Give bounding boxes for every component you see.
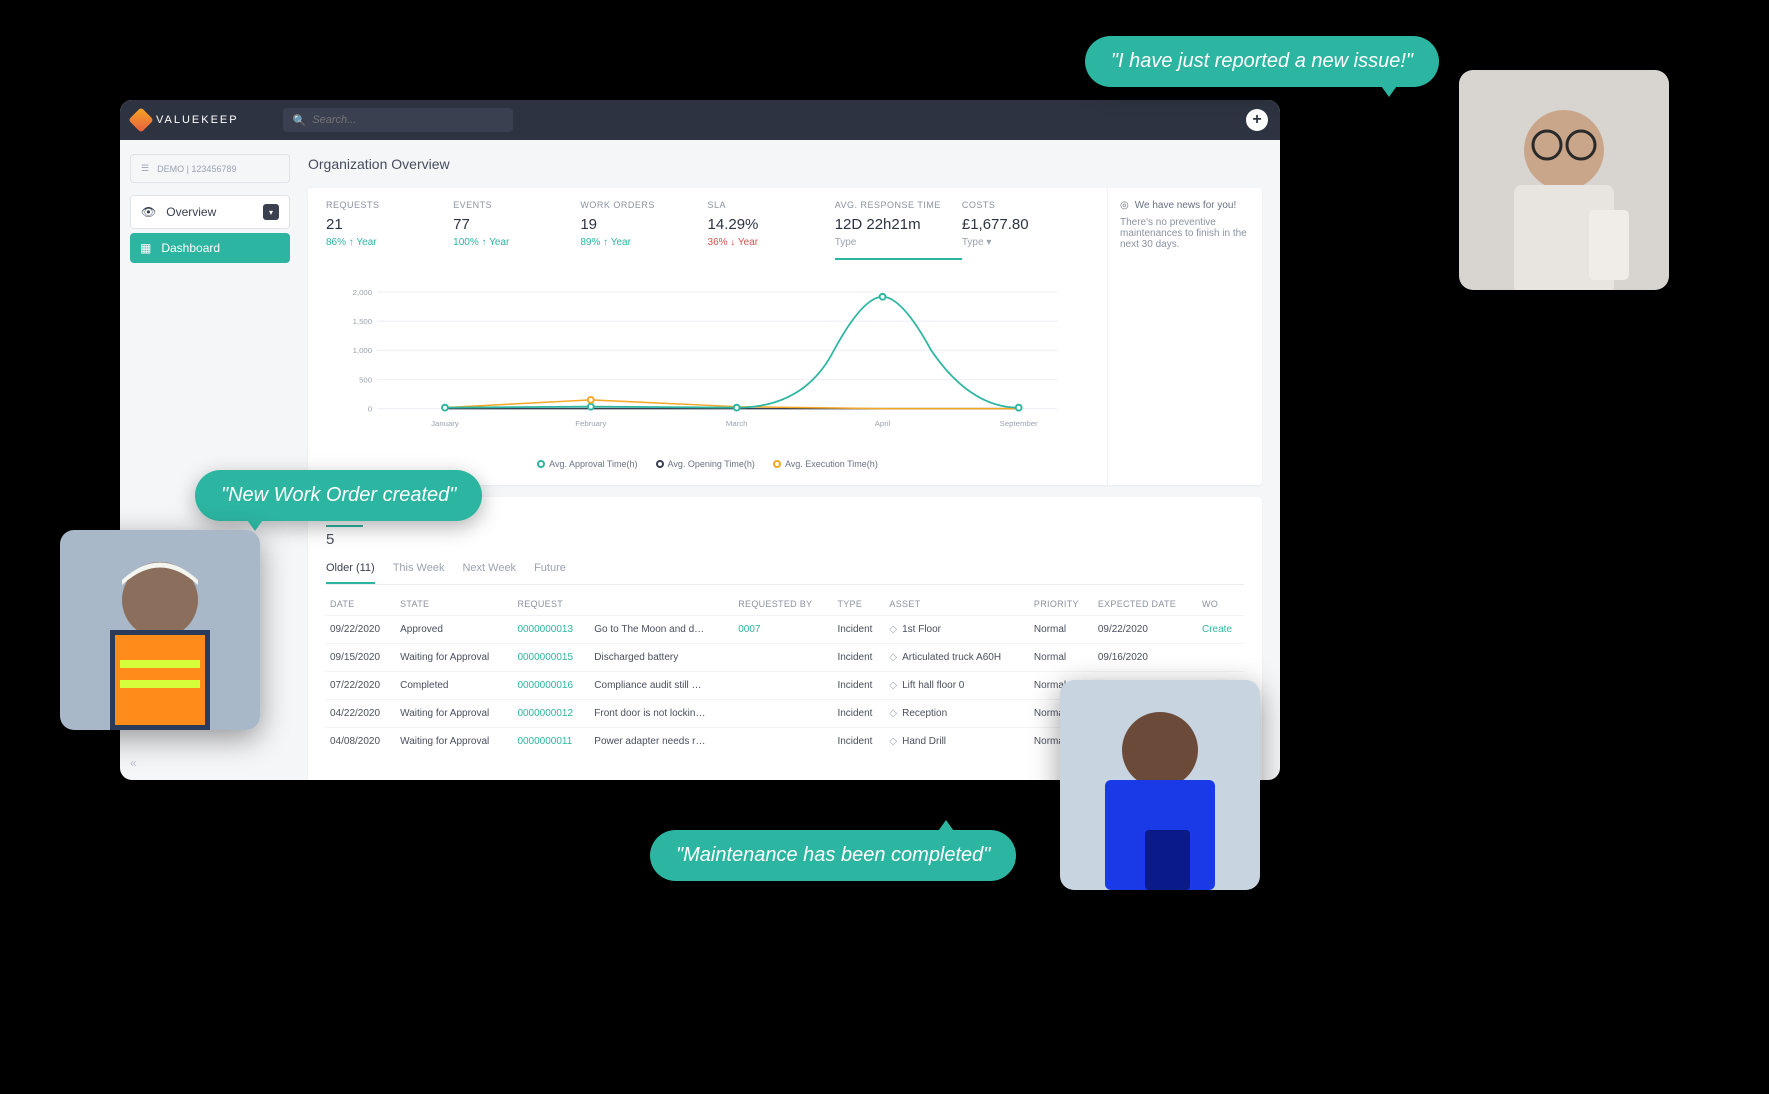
request-link[interactable]: 0000000016 xyxy=(513,672,590,700)
news-widget: ◎ We have news for you! There's no preven… xyxy=(1107,188,1262,485)
person-worker xyxy=(60,530,260,730)
tab-this-week[interactable]: This Week xyxy=(393,562,445,584)
chevron-down-icon: ▾ xyxy=(263,204,279,220)
eye-icon: 👁 xyxy=(141,205,156,219)
news-body: There's no preventive maintenances to fi… xyxy=(1120,217,1250,250)
tab-next-week[interactable]: Next Week xyxy=(462,562,516,584)
search-input[interactable] xyxy=(312,114,502,126)
topbar: VALUEKEEP 🔍 + xyxy=(120,100,1280,140)
svg-text:March: March xyxy=(726,419,748,428)
nav-overview[interactable]: 👁 Overview ▾ xyxy=(130,195,290,229)
logo: VALUEKEEP xyxy=(132,111,239,129)
svg-text:1,000: 1,000 xyxy=(353,346,373,355)
tenant-label: DEMO | 123456789 xyxy=(157,164,236,174)
request-link[interactable]: 0000000015 xyxy=(513,644,590,672)
request-link[interactable]: 0000000013 xyxy=(513,616,590,644)
dashboard-icon: ▦ xyxy=(140,241,151,255)
search-icon: 🔍 xyxy=(293,114,307,127)
layers-icon: ☰ xyxy=(141,163,149,174)
nav-dashboard[interactable]: ▦ Dashboard xyxy=(130,233,290,263)
chart-area: 0 500 1,000 1,500 2,000 January February… xyxy=(308,260,1107,485)
request-link[interactable]: 0000000011 xyxy=(513,728,590,756)
tenant-selector[interactable]: ☰ DEMO | 123456789 xyxy=(130,154,290,183)
asset-icon: ◇ xyxy=(889,624,897,635)
asset-icon: ◇ xyxy=(889,652,897,663)
app-window: VALUEKEEP 🔍 + ☰ DEMO | 123456789 👁 Overv… xyxy=(120,100,1280,780)
svg-text:0: 0 xyxy=(368,405,373,414)
request-link[interactable]: 0000000012 xyxy=(513,700,590,728)
kpi-work-orders[interactable]: WORK ORDERS 19 89% ↑ Year xyxy=(580,200,707,260)
news-title: We have news for you! xyxy=(1135,200,1237,211)
legend-approval: Avg. Approval Time(h) xyxy=(537,459,637,469)
tabs-row: Older (11) This Week Next Week Future xyxy=(326,562,1244,585)
svg-text:1,500: 1,500 xyxy=(353,317,373,326)
kpi-sla[interactable]: SLA 14.29% 36% ↓ Year xyxy=(708,200,835,260)
table-row[interactable]: 09/15/2020 Waiting for Approval 00000000… xyxy=(326,644,1244,672)
search-box[interactable]: 🔍 xyxy=(283,108,513,132)
legend-opening: Avg. Opening Time(h) xyxy=(656,459,755,469)
kpi-costs[interactable]: COSTS £1,677.80 Type ▾ xyxy=(962,200,1089,260)
app-name: VALUEKEEP xyxy=(156,114,239,126)
tab-future[interactable]: Future xyxy=(534,562,566,584)
nav-dashboard-label: Dashboard xyxy=(161,241,220,255)
table-row[interactable]: 09/22/2020 Approved 0000000013 Go to The… xyxy=(326,616,1244,644)
svg-text:April: April xyxy=(875,419,891,428)
person-reporter xyxy=(1459,70,1669,290)
create-wo-link[interactable] xyxy=(1198,644,1244,672)
asset-icon: ◇ xyxy=(889,708,897,719)
response-time-chart: 0 500 1,000 1,500 2,000 January February… xyxy=(338,270,1077,450)
svg-text:February: February xyxy=(575,419,606,428)
legend-execution: Avg. Execution Time(h) xyxy=(773,459,878,469)
kpi-chart-card: REQUESTS 21 86% ↑ YearEVENTS 77 100% ↑ Y… xyxy=(308,188,1262,485)
kpi-row: REQUESTS 21 86% ↑ YearEVENTS 77 100% ↑ Y… xyxy=(308,188,1107,260)
add-button[interactable]: + xyxy=(1246,109,1268,131)
asset-icon: ◇ xyxy=(889,680,897,691)
asset-icon: ◇ xyxy=(889,736,897,747)
svg-text:September: September xyxy=(1000,419,1038,428)
bubble-maintenance: "Maintenance has been completed" xyxy=(650,830,1016,881)
page-title: Organization Overview xyxy=(308,156,1262,172)
kpi-avg-response-time[interactable]: AVG. RESPONSE TIME 12D 22h21m Type xyxy=(835,200,962,260)
create-wo-link[interactable]: Create xyxy=(1198,616,1244,644)
chart-legend: Avg. Approval Time(h) Avg. Opening Time(… xyxy=(338,459,1077,469)
kpi-events[interactable]: EVENTS 77 100% ↑ Year xyxy=(453,200,580,260)
svg-text:500: 500 xyxy=(359,375,373,384)
bubble-work-order: "New Work Order created" xyxy=(195,470,482,521)
logo-icon xyxy=(128,107,153,132)
wo-due-value: 5 xyxy=(326,531,1244,548)
svg-text:2,000: 2,000 xyxy=(353,288,373,297)
nav-overview-label: Overview xyxy=(166,205,216,219)
news-icon: ◎ xyxy=(1120,200,1129,211)
svg-text:January: January xyxy=(431,419,459,428)
kpi-requests[interactable]: REQUESTS 21 86% ↑ Year xyxy=(326,200,453,260)
bubble-issue: "I have just reported a new issue!" xyxy=(1085,36,1439,87)
collapse-sidebar-icon[interactable]: « xyxy=(130,756,137,770)
person-technician xyxy=(1060,680,1260,890)
tab-older-[interactable]: Older (11) xyxy=(326,562,375,584)
